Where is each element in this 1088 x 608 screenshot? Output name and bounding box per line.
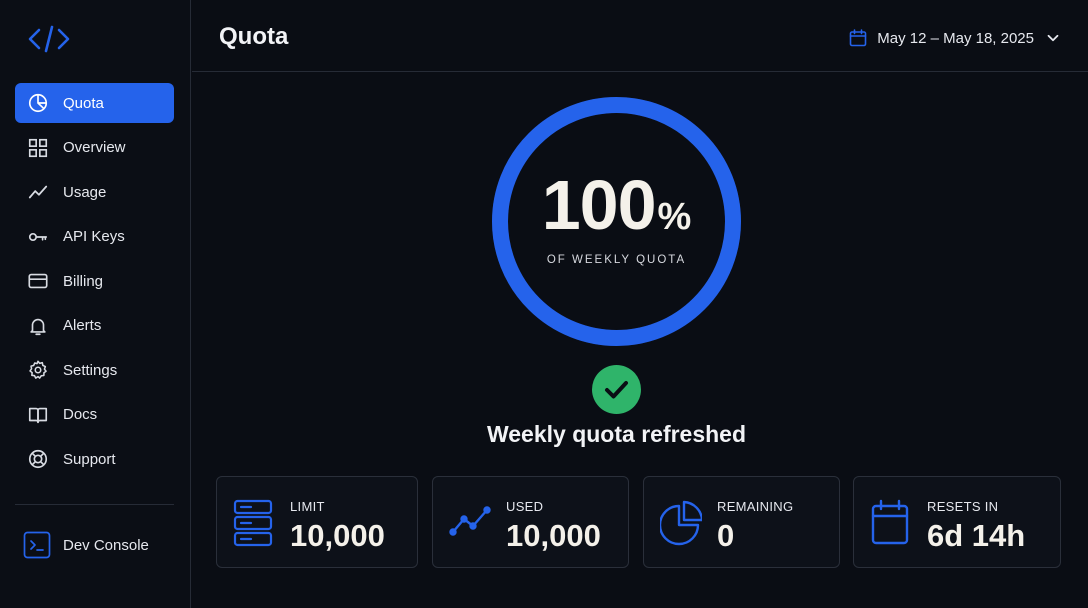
- sidebar-item-label: Billing: [63, 272, 104, 290]
- sidebar-divider: [15, 504, 174, 505]
- quota-percentage: 100%: [492, 170, 741, 240]
- sidebar-item-quota[interactable]: Quota: [15, 83, 174, 123]
- server-stack-icon: [233, 499, 273, 547]
- sidebar-item-label: Overview: [63, 139, 126, 156]
- sidebar-item-label: Alerts: [63, 317, 102, 334]
- stat-label: REMAINING: [717, 499, 794, 514]
- stat-label: LIMIT: [290, 499, 325, 514]
- stat-card-remaining: REMAINING 0: [643, 476, 840, 568]
- sidebar-item-label: Settings: [63, 361, 118, 379]
- sidebar-item-label: Usage: [63, 183, 107, 201]
- date-range-picker[interactable]: May 12 – May 18, 2025: [849, 26, 1060, 50]
- calendar-icon: [849, 29, 867, 47]
- pie-chart-icon: [660, 500, 702, 546]
- bell-icon: [27, 315, 49, 337]
- dev-console-button[interactable]: Dev Console: [15, 526, 174, 564]
- calendar-icon: [871, 499, 909, 545]
- stat-value: 10,000: [290, 518, 385, 553]
- date-range-label: May 12 – May 18, 2025: [877, 29, 1034, 47]
- stat-card-used: USED 10,000: [432, 476, 629, 568]
- book-icon: [27, 404, 49, 426]
- sidebar-item-settings[interactable]: Settings: [15, 350, 174, 390]
- quota-percentage-unit: %: [657, 196, 692, 238]
- sidebar-item-docs[interactable]: Docs: [15, 395, 174, 435]
- trend-line-icon: [449, 506, 491, 536]
- terminal-icon: [23, 531, 51, 559]
- sidebar: Quota Overview Usage API Keys Billing Al…: [0, 0, 191, 608]
- key-icon: [27, 226, 49, 248]
- stat-card-limit: LIMIT 10,000: [216, 476, 418, 568]
- trend-line-icon: [27, 181, 49, 203]
- sidebar-item-api-keys[interactable]: API Keys: [15, 217, 174, 257]
- sidebar-item-label: API Keys: [63, 228, 125, 245]
- code-brackets-icon[interactable]: [27, 25, 71, 53]
- credit-card-icon: [27, 270, 49, 292]
- sidebar-item-alerts[interactable]: Alerts: [15, 306, 174, 346]
- sidebar-item-label: Docs: [63, 406, 98, 423]
- sidebar-item-billing[interactable]: Billing: [15, 261, 174, 301]
- chevron-down-icon: [1047, 34, 1059, 42]
- stat-label: USED: [506, 499, 544, 514]
- grid-icon: [27, 137, 49, 159]
- check-circle-icon: [592, 365, 641, 414]
- page-title: Quota: [219, 23, 289, 50]
- stat-value: 10,000: [506, 518, 601, 553]
- stat-card-resets-in: RESETS IN 6d 14h: [853, 476, 1061, 568]
- stat-value: 6d 14h: [927, 518, 1026, 553]
- stat-label: RESETS IN: [927, 499, 999, 514]
- gear-icon: [27, 359, 49, 381]
- dev-console-label: Dev Console: [63, 536, 149, 554]
- sidebar-item-label: Quota: [63, 94, 104, 112]
- pie-chart-icon: [27, 92, 49, 114]
- lifebuoy-icon: [27, 448, 49, 470]
- sidebar-item-support[interactable]: Support: [15, 439, 174, 479]
- sidebar-item-label: Support: [63, 450, 116, 468]
- stat-value: 0: [717, 518, 735, 553]
- status-message: Weekly quota refreshed: [486, 421, 747, 447]
- quota-gauge-caption: OF WEEKLY QUOTA: [546, 254, 687, 266]
- sidebar-nav: Quota Overview Usage API Keys Billing Al…: [15, 83, 174, 484]
- page-header: Quota May 12 – May 18, 2025: [192, 0, 1088, 72]
- quota-percentage-value: 100: [541, 166, 657, 244]
- sidebar-item-overview[interactable]: Overview: [15, 128, 174, 168]
- sidebar-item-usage[interactable]: Usage: [15, 172, 174, 212]
